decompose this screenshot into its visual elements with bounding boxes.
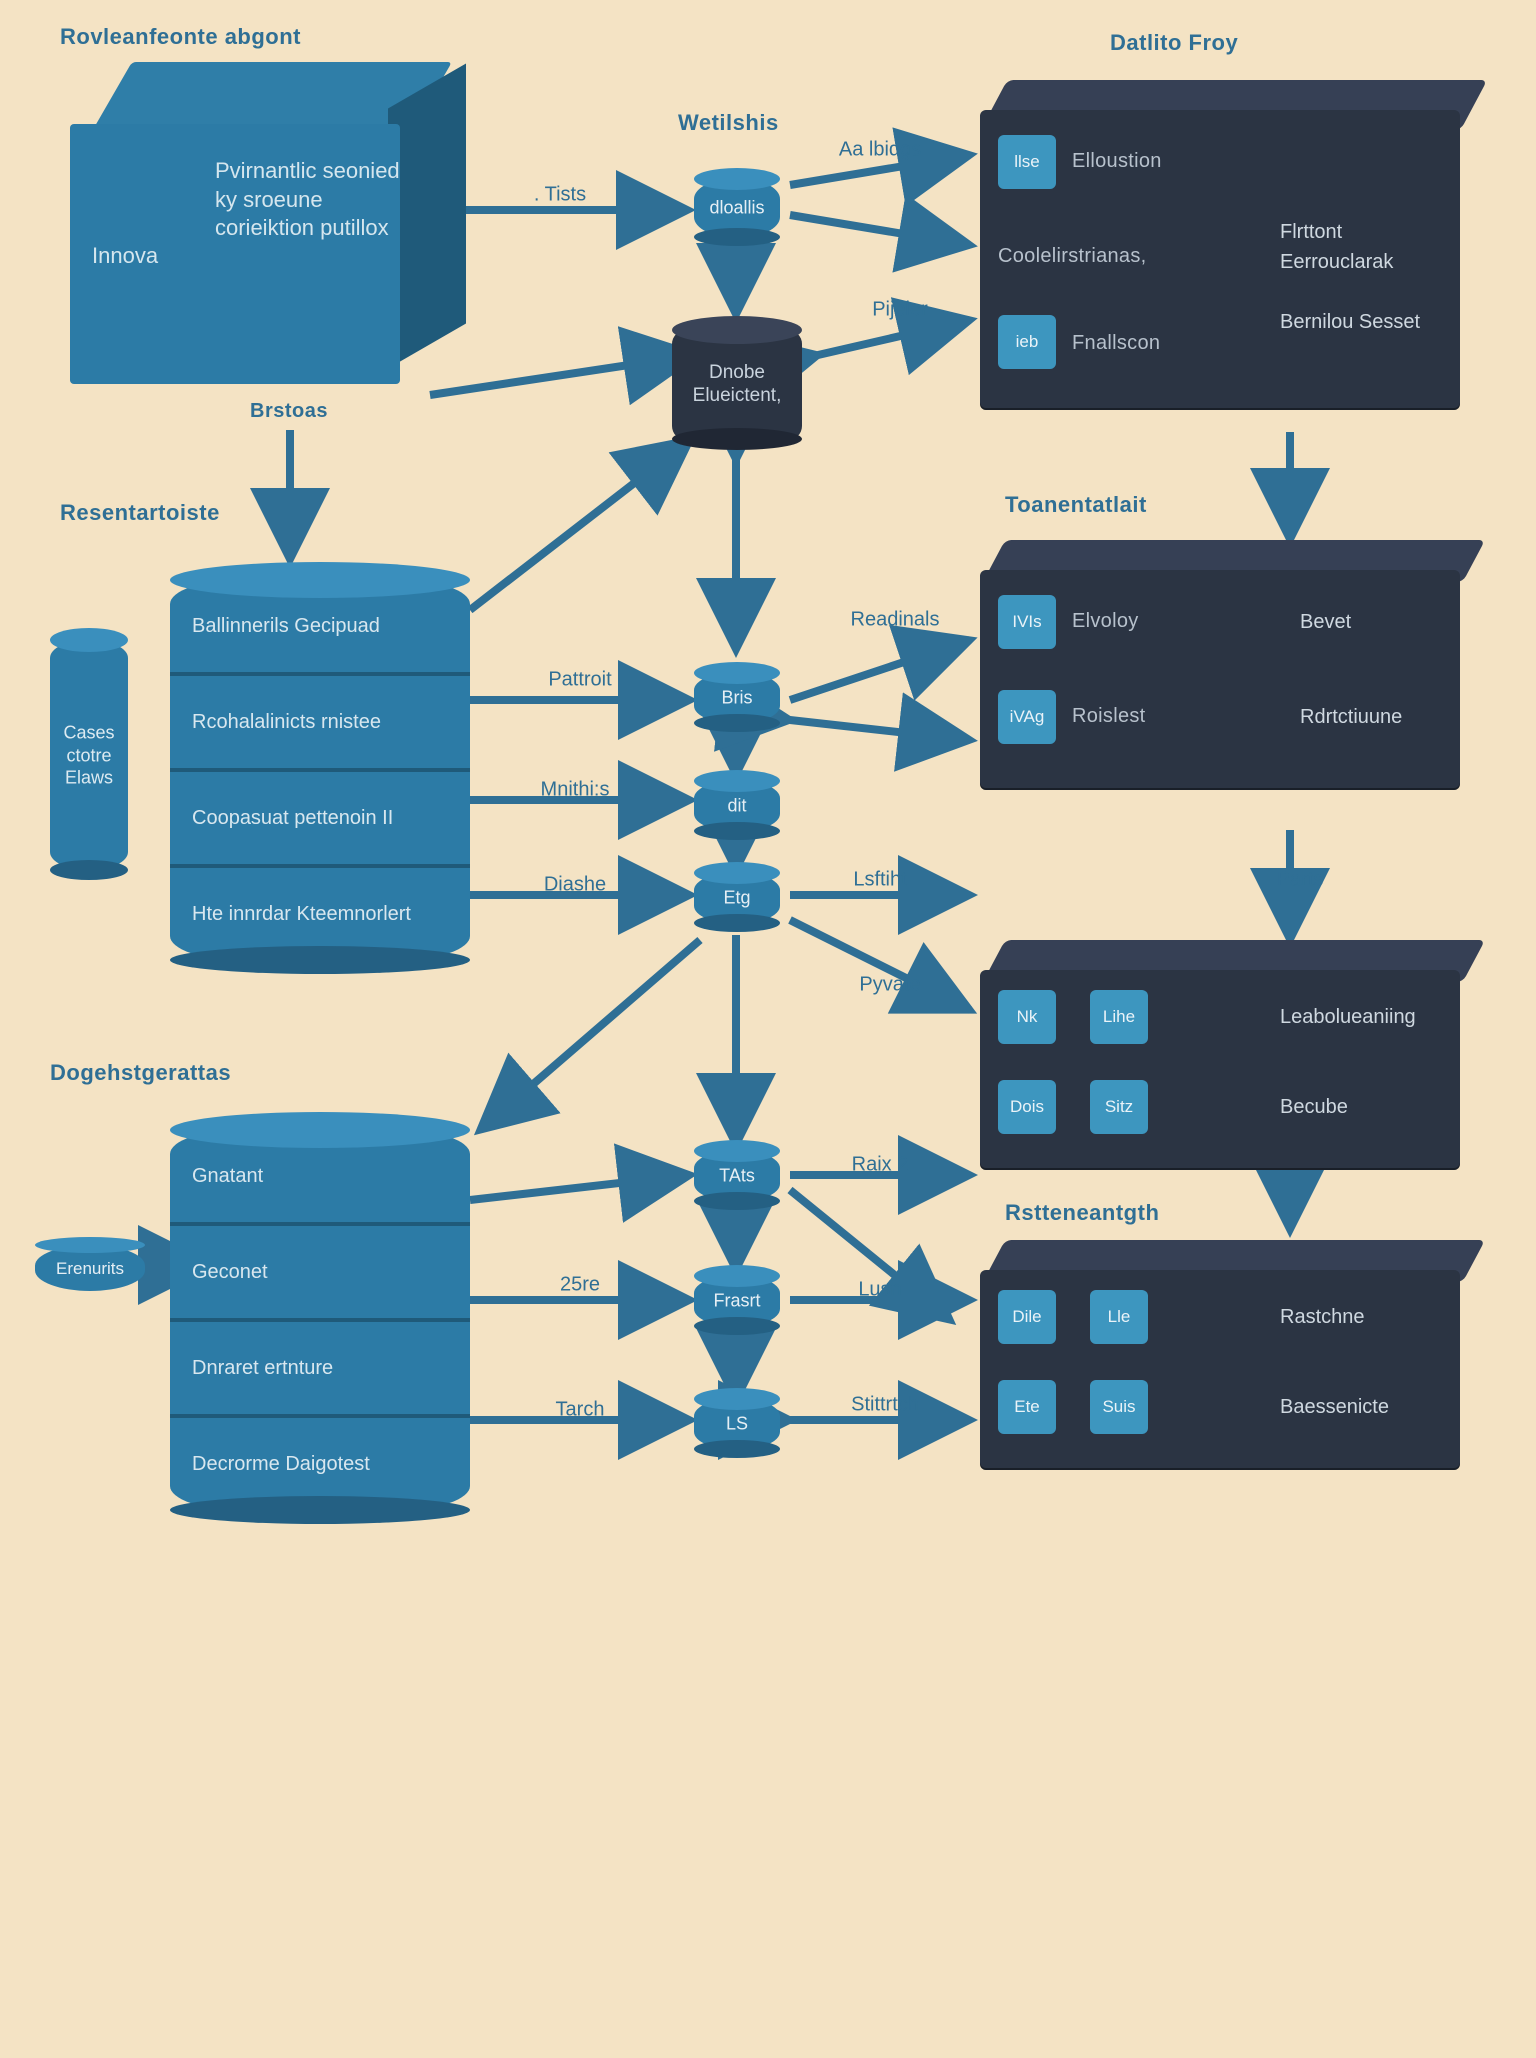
pillar-cases: Cases ctotre Elaws <box>50 640 128 870</box>
node-dloallis-label: dloallis <box>709 198 764 219</box>
chip-suis: Suis <box>1090 1380 1148 1434</box>
heading-toan: Toanentatlait <box>1005 492 1147 518</box>
cyl-resen-2: Coopasuat pettenoin II <box>192 807 393 830</box>
heading-dogeh: Dogehstgerattas <box>50 1060 231 1086</box>
edge-readinals: Readinals <box>851 609 940 632</box>
cyl-resen: Ballinnerils Gecipuad Rcohalalinicts rni… <box>170 580 470 960</box>
block1-right-1: Eerrouclarak <box>1280 250 1460 275</box>
tiny-disc-erenurits: Erenurits <box>35 1245 145 1291</box>
node-etg: Etg <box>694 872 780 924</box>
cyl-dogeh-2: Dnraret ertnture <box>192 1357 333 1380</box>
cap-coolel: Coolelirstrianas, <box>998 245 1147 268</box>
edge-tists: . Tists <box>534 184 586 207</box>
edge-aabidgs: Aa lbidgs <box>839 139 921 162</box>
node-dark-center: Dnobe Elueictent, <box>672 330 802 440</box>
chip-ivag: iVAg <box>998 690 1056 744</box>
chip-llse: llse <box>998 135 1056 189</box>
cyl-dogeh-1: Geconet <box>192 1261 268 1284</box>
cyl-resen-1: Rcohalalinicts rnistee <box>192 711 381 734</box>
block3-right-2: Becube <box>1280 1095 1348 1120</box>
edge-sttrtch: Stittrtch <box>851 1394 919 1417</box>
pillar-text: Cases ctotre Elaws <box>63 721 114 789</box>
cube-body: Pvirnantlic seonied ky sroeune corieikti… <box>215 157 405 243</box>
heading-top-left: Rovleanfeonte abgont <box>60 24 301 50</box>
cap-fnallscon: Fnallscon <box>1072 332 1160 355</box>
node-tats: TAts <box>694 1150 780 1202</box>
edge-pieler: Pijeler <box>872 299 928 322</box>
chip-ete: Ete <box>998 1380 1056 1434</box>
node-etg-label: Etg <box>723 888 750 909</box>
block1-right-2: Bernilou Sesset <box>1280 310 1460 335</box>
node-ls: LS <box>694 1398 780 1450</box>
chip-dois: Dois <box>998 1080 1056 1134</box>
node-dit: dit <box>694 780 780 832</box>
block1-right-0: Flrttont <box>1280 220 1460 245</box>
edge-mnihis: Mnithi:s <box>541 779 610 802</box>
node-ls-label: LS <box>726 1414 748 1435</box>
chip-ieb: ieb <box>998 315 1056 369</box>
cyl-dogeh-0: Gnatant <box>192 1165 263 1188</box>
tiny-disc-label: Erenurits <box>56 1259 124 1279</box>
node-frasrt-label: Frasrt <box>714 1291 761 1312</box>
edge-rak2: Raix 2 <box>852 1154 909 1177</box>
edge-pyvate: Pyvate <box>859 974 920 997</box>
node-bris: Bris <box>694 672 780 724</box>
cube-side-label: Innova <box>92 242 182 271</box>
edge-pattoit: Pattroit <box>548 669 611 692</box>
cap-elloustion: Elloustion <box>1072 150 1162 173</box>
block4-right-1: Rastchne <box>1280 1305 1365 1330</box>
heading-wetilshis: Wetilshis <box>678 110 779 136</box>
block4-right-2: Baessenicte <box>1280 1395 1389 1420</box>
node-bris-label: Bris <box>722 688 753 709</box>
block-3: Nk ↔ Lihe Leabolueaniing Dois ↔ Sitz Bec… <box>980 940 1460 1180</box>
edge-lstiht: Lsftiht <box>853 869 906 892</box>
block2-right-1: Bevet <box>1300 610 1351 635</box>
cyl-resen-0: Ballinnerils Gecipuad <box>192 615 380 638</box>
heading-resen: Resentartoiste <box>60 500 220 526</box>
chip-dile: Dile <box>998 1290 1056 1344</box>
block2-right-2: Rdrtctiuune <box>1300 705 1402 730</box>
node-frasrt: Frasrt <box>694 1275 780 1327</box>
cube-below-label: Brstoas <box>250 400 328 423</box>
node-dloallis: dloallis <box>694 178 780 238</box>
cap-elvoloy: Elvoloy <box>1072 610 1139 633</box>
node-tats-label: TAts <box>719 1166 755 1187</box>
chip-lihe: Lihe <box>1090 990 1148 1044</box>
chip-lle: Lle <box>1090 1290 1148 1344</box>
block-1: llse Elloustion Coolelirstrianas, ieb Fn… <box>980 80 1460 420</box>
cyl-dogeh-3: Decrorme Daigotest <box>192 1453 370 1476</box>
cap-roislest: Roislest <box>1072 705 1146 728</box>
cyl-resen-3: Hte innrdar Kteemnorlert <box>192 903 411 926</box>
chip-sitz: Sitz <box>1090 1080 1148 1134</box>
block-4: Dile Lle Rastchne Ete Suis Baessenicte <box>980 1240 1460 1480</box>
chip-nk: Nk <box>998 990 1056 1044</box>
edge-tarch: Tarch <box>556 1399 605 1422</box>
heading-top-right: Datlito Froy <box>1110 30 1238 56</box>
cyl-dogeh: Gnatant Geconet Dnraret ertnture Decrorm… <box>170 1130 470 1510</box>
block-2: IVIs Elvoloy Bevet iVAg Roislest Rdrtcti… <box>980 540 1460 800</box>
edge-disshe: Diashe <box>544 874 606 897</box>
node-dit-label: dit <box>727 796 746 817</box>
edge-parts: Parts <box>1277 869 1324 892</box>
block3-right-1: Leabolueaniing <box>1280 1005 1416 1030</box>
edge-lusn: Lusn <box>858 1279 901 1302</box>
heading-rster: Rstteneantgth <box>1005 1200 1159 1226</box>
edge-25re: 25re <box>560 1274 600 1297</box>
node-dark-label: Dnobe Elueictent, <box>693 362 782 408</box>
chip-ivis: IVIs <box>998 595 1056 649</box>
